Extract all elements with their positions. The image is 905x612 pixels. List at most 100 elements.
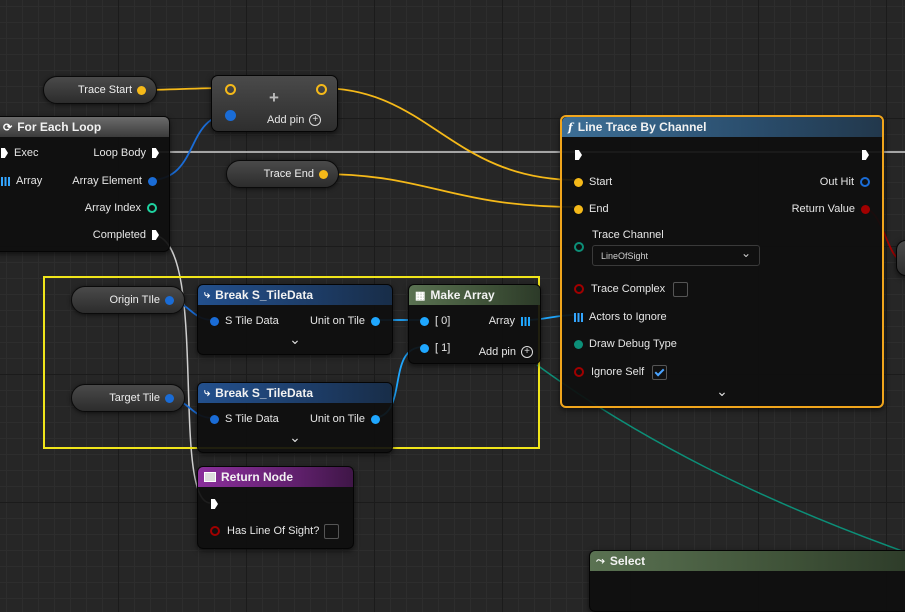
array-element-pin[interactable] bbox=[148, 176, 157, 186]
make-vector-add-pin[interactable]: Add pin + bbox=[267, 113, 322, 127]
line-trace-exec-in[interactable] bbox=[575, 150, 582, 160]
line-trace-title: Line Trace By Channel bbox=[577, 120, 707, 134]
has-line-of-sight-checkbox[interactable] bbox=[324, 523, 340, 539]
start-pin[interactable] bbox=[574, 177, 583, 187]
origin-tile-pin[interactable] bbox=[165, 295, 174, 305]
loop-body-output[interactable]: Loop Body bbox=[93, 146, 159, 160]
has-line-of-sight-input[interactable]: Has Line Of Sight? bbox=[210, 523, 340, 539]
target-tile-variable[interactable]: Target Tile bbox=[71, 384, 185, 412]
break-tile-1-input[interactable]: S Tile Data bbox=[210, 314, 279, 328]
draw-debug-type-pin[interactable] bbox=[574, 339, 583, 349]
trace-channel-label-row: Trace Channel bbox=[592, 228, 664, 242]
trace-start-label: Trace Start bbox=[78, 84, 132, 96]
break-tile-2-header[interactable]: ⤷ Break S_TileData bbox=[198, 383, 392, 403]
array-item-0-label: [ 0] bbox=[435, 315, 451, 327]
select-node[interactable]: ⤳ Select bbox=[589, 550, 905, 612]
break-tile-2-title: Break S_TileData bbox=[215, 386, 314, 400]
ignore-self-pin[interactable] bbox=[574, 367, 584, 377]
trace-complex-pin[interactable] bbox=[574, 284, 584, 294]
ignore-self-input[interactable]: Ignore Self bbox=[574, 364, 668, 380]
chevron-down-icon[interactable]: ⌄ bbox=[562, 383, 882, 400]
line-trace-exec-out[interactable] bbox=[862, 150, 869, 160]
return-node-exec-in[interactable] bbox=[211, 499, 218, 509]
array-item-0-pin[interactable] bbox=[420, 316, 429, 326]
unit-on-tile-pin-1[interactable] bbox=[371, 316, 380, 326]
ignore-self-checkbox[interactable] bbox=[652, 364, 668, 380]
end-input[interactable]: End bbox=[574, 202, 609, 216]
make-array-output[interactable]: Array bbox=[489, 314, 530, 328]
target-tile-pin[interactable] bbox=[165, 393, 174, 403]
for-each-loop-header[interactable]: ⟳ For Each Loop bbox=[0, 117, 169, 137]
return-value-output[interactable]: Return Value bbox=[792, 202, 870, 216]
offscreen-node[interactable] bbox=[896, 240, 905, 276]
loop-body-pin[interactable] bbox=[152, 148, 159, 158]
loop-body-label: Loop Body bbox=[93, 147, 146, 159]
break-tile-1-header[interactable]: ⤷ Break S_TileData bbox=[198, 285, 392, 305]
s-tile-data-pin-2[interactable] bbox=[210, 414, 219, 424]
completed-output[interactable]: Completed bbox=[93, 228, 159, 242]
ignore-self-label: Ignore Self bbox=[591, 366, 645, 378]
array-output-pin[interactable] bbox=[521, 316, 530, 326]
array-item-1-pin[interactable] bbox=[420, 343, 429, 353]
actors-to-ignore-pin[interactable] bbox=[574, 312, 583, 322]
break-tile-node-1[interactable]: ⤷ Break S_TileData S Tile Data Unit on T… bbox=[197, 284, 393, 355]
break-tile-1-output[interactable]: Unit on Tile bbox=[310, 314, 380, 328]
unit-on-tile-pin-2[interactable] bbox=[371, 414, 380, 424]
make-array-pin-1[interactable]: [ 1] bbox=[420, 341, 450, 355]
trace-channel-pin[interactable] bbox=[574, 242, 584, 252]
end-label: End bbox=[589, 203, 609, 215]
array-pin[interactable] bbox=[1, 176, 10, 186]
line-trace-header[interactable]: f Line Trace By Channel bbox=[562, 117, 882, 137]
add-pin-label: Add pin bbox=[267, 114, 305, 126]
make-array-add-pin[interactable]: Add pin + bbox=[479, 345, 533, 359]
vector-wire-end bbox=[318, 173, 579, 208]
array-element-output[interactable]: Array Element bbox=[72, 174, 157, 188]
select-node-header[interactable]: ⤳ Select bbox=[590, 551, 905, 571]
completed-pin[interactable] bbox=[152, 230, 159, 240]
s-tile-data-pin-1[interactable] bbox=[210, 316, 219, 326]
trace-channel-dropdown[interactable]: LineOfSight ⌄ bbox=[592, 245, 760, 266]
chevron-down-icon[interactable]: ⌄ bbox=[198, 331, 392, 348]
trace-complex-checkbox[interactable] bbox=[673, 281, 689, 297]
origin-tile-variable[interactable]: Origin TIle bbox=[71, 286, 185, 314]
for-each-loop-node[interactable]: ⟳ For Each Loop Exec Array Loop Body Arr… bbox=[0, 116, 170, 252]
break-tile-node-2[interactable]: ⤷ Break S_TileData S Tile Data Unit on T… bbox=[197, 382, 393, 453]
target-tile-label: Target Tile bbox=[109, 392, 160, 404]
array-index-pin[interactable] bbox=[147, 203, 157, 213]
array-index-output[interactable]: Array Index bbox=[85, 201, 157, 215]
return-value-pin[interactable] bbox=[861, 204, 870, 214]
exec-input[interactable]: Exec bbox=[1, 146, 38, 160]
trace-start-pin[interactable] bbox=[137, 85, 146, 95]
break-tile-2-output[interactable]: Unit on Tile bbox=[310, 412, 380, 426]
make-array-pin-0[interactable]: [ 0] bbox=[420, 314, 450, 328]
make-array-header[interactable]: ▦ Make Array bbox=[409, 285, 540, 305]
return-node-title: Return Node bbox=[221, 470, 293, 484]
draw-debug-type-input[interactable]: Draw Debug Type bbox=[574, 337, 677, 351]
break-tile-2-input[interactable]: S Tile Data bbox=[210, 412, 279, 426]
completed-label: Completed bbox=[92, 229, 146, 241]
exec-in-pin[interactable] bbox=[1, 148, 8, 158]
line-trace-node[interactable]: f Line Trace By Channel Start End Out Hi… bbox=[560, 115, 884, 408]
array-input[interactable]: Array bbox=[1, 174, 42, 188]
make-array-node[interactable]: ▦ Make Array [ 0] [ 1] Array Add pin + bbox=[408, 284, 541, 364]
trace-complex-input[interactable]: Trace Complex bbox=[574, 281, 689, 297]
chevron-down-icon[interactable]: ⌄ bbox=[198, 429, 392, 446]
trace-end-pin[interactable] bbox=[319, 169, 328, 179]
trace-end-variable[interactable]: Trace End bbox=[226, 160, 339, 188]
actors-to-ignore-input[interactable]: Actors to Ignore bbox=[574, 310, 667, 324]
return-node-header[interactable]: Return Node bbox=[198, 467, 353, 487]
make-vector-node[interactable]: + Add pin + bbox=[211, 75, 338, 132]
out-hit-pin[interactable] bbox=[860, 177, 870, 187]
has-line-of-sight-pin[interactable] bbox=[210, 526, 220, 536]
out-hit-output[interactable]: Out Hit bbox=[820, 175, 870, 189]
trace-complex-label: Trace Complex bbox=[591, 283, 666, 295]
end-pin[interactable] bbox=[574, 204, 583, 214]
trace-start-variable[interactable]: Trace Start bbox=[43, 76, 157, 104]
return-node-icon bbox=[204, 472, 216, 482]
make-vector-output-pin[interactable] bbox=[316, 84, 327, 95]
make-array-title: Make Array bbox=[430, 288, 495, 302]
start-input[interactable]: Start bbox=[574, 175, 612, 189]
return-node[interactable]: Return Node Has Line Of Sight? bbox=[197, 466, 354, 549]
make-vector-input-pin-b[interactable] bbox=[225, 110, 236, 121]
make-vector-input-pin-a[interactable] bbox=[225, 84, 236, 95]
